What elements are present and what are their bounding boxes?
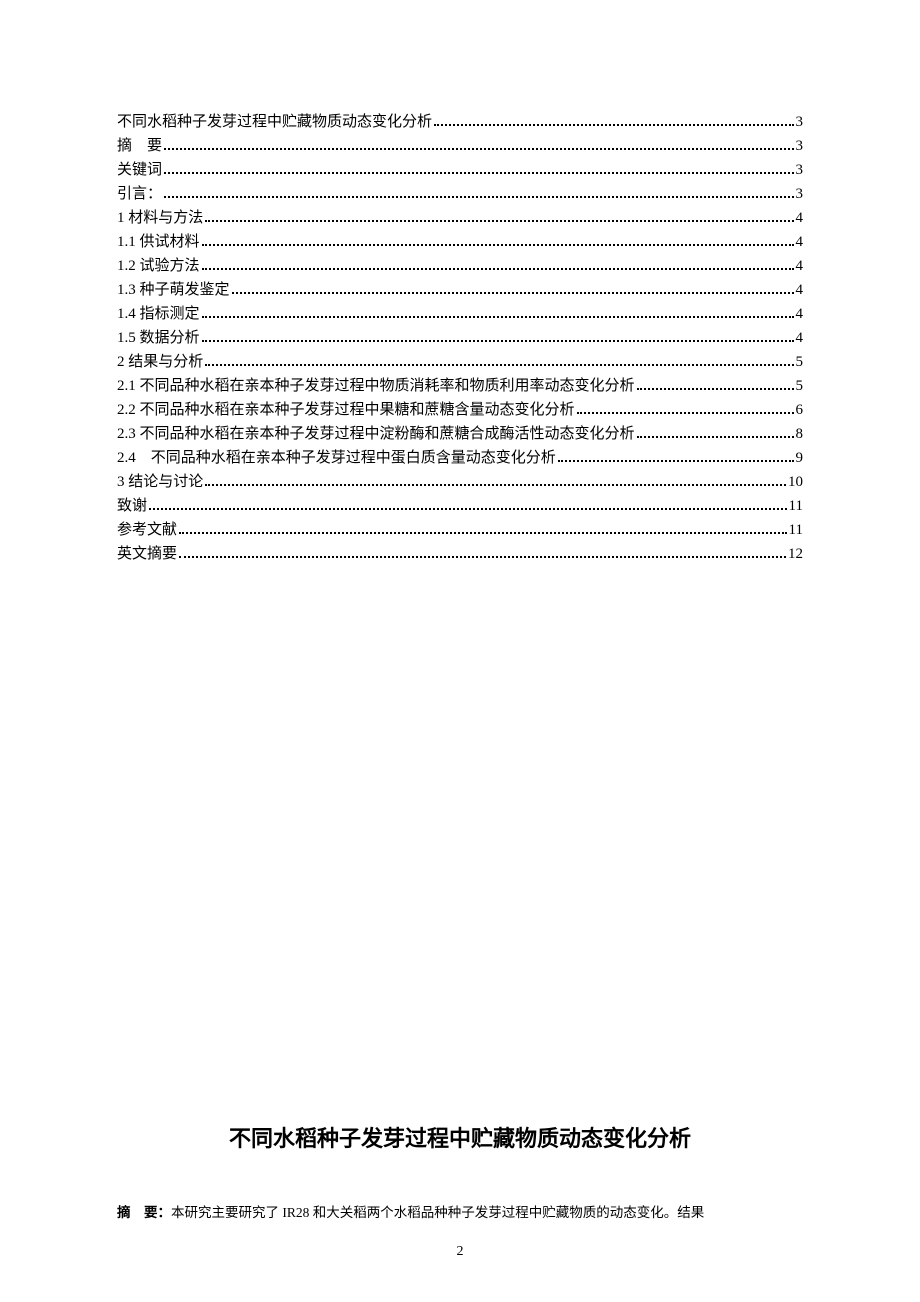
toc-label: 2.2 不同品种水稻在亲本种子发芽过程中果糖和蔗糖含量动态变化分析: [117, 398, 575, 422]
toc-entry[interactable]: 关键词 3: [117, 158, 803, 182]
toc-entry[interactable]: 1.5 数据分析 4: [117, 326, 803, 350]
toc-page: 9: [796, 446, 804, 470]
toc-page: 12: [788, 542, 803, 566]
toc-leader-dots: [164, 140, 793, 151]
toc-leader-dots: [179, 548, 786, 559]
toc-page: 4: [796, 278, 804, 302]
toc-entry[interactable]: 2.3 不同品种水稻在亲本种子发芽过程中淀粉酶和蔗糖合成酶活性动态变化分析 8: [117, 422, 803, 446]
toc-leader-dots: [637, 380, 794, 391]
main-title: 不同水稻种子发芽过程中贮藏物质动态变化分析: [229, 1126, 691, 1151]
toc-leader-dots: [149, 500, 787, 511]
toc-label: 参考文献: [117, 518, 177, 542]
toc-label: 2 结果与分析: [117, 350, 203, 374]
page-number: 2: [0, 1244, 920, 1260]
toc-page: 4: [796, 326, 804, 350]
toc-entry[interactable]: 引言： 3: [117, 182, 803, 206]
toc-label: 致谢: [117, 494, 147, 518]
toc-leader-dots: [179, 524, 787, 535]
toc-label: 英文摘要: [117, 542, 177, 566]
toc-leader-dots: [202, 260, 794, 271]
abstract-label: 摘 要：: [117, 1205, 171, 1220]
toc-label: 1.5 数据分析: [117, 326, 200, 350]
toc-page: 3: [796, 110, 804, 134]
toc-entry[interactable]: 英文摘要 12: [117, 542, 803, 566]
toc-leader-dots: [558, 452, 794, 463]
toc-page: 10: [788, 470, 803, 494]
toc-label: 关键词: [117, 158, 162, 182]
toc-label: 引言：: [117, 182, 162, 206]
toc-entry[interactable]: 1.1 供试材料 4: [117, 230, 803, 254]
toc-entry[interactable]: 参考文献 11: [117, 518, 803, 542]
toc-leader-dots: [434, 116, 793, 127]
toc-leader-dots: [205, 476, 786, 487]
toc-leader-dots: [202, 308, 794, 319]
toc-leader-dots: [202, 236, 794, 247]
toc-label: 1.2 试验方法: [117, 254, 200, 278]
toc-leader-dots: [577, 404, 794, 415]
toc-page: 4: [796, 302, 804, 326]
toc-page: 3: [796, 182, 804, 206]
toc-leader-dots: [637, 428, 794, 439]
abstract-line: 摘 要：本研究主要研究了 IR28 和大关稻两个水稻品种种子发芽过程中贮藏物质的…: [117, 1201, 803, 1225]
toc-entry[interactable]: 不同水稻种子发芽过程中贮藏物质动态变化分析 3: [117, 110, 803, 134]
toc-leader-dots: [232, 284, 794, 295]
toc-page: 6: [796, 398, 804, 422]
toc-entry[interactable]: 摘 要 3: [117, 134, 803, 158]
toc-page: 11: [789, 494, 803, 518]
toc-label: 1 材料与方法: [117, 206, 203, 230]
toc-leader-dots: [205, 356, 793, 367]
toc-label: 1.4 指标测定: [117, 302, 200, 326]
toc-entry[interactable]: 2.1 不同品种水稻在亲本种子发芽过程中物质消耗率和物质利用率动态变化分析 5: [117, 374, 803, 398]
toc-label: 3 结论与讨论: [117, 470, 203, 494]
toc-entry[interactable]: 2.2 不同品种水稻在亲本种子发芽过程中果糖和蔗糖含量动态变化分析 6: [117, 398, 803, 422]
toc-page: 4: [796, 230, 804, 254]
toc-label: 1.1 供试材料: [117, 230, 200, 254]
toc-entry[interactable]: 1 材料与方法 4: [117, 206, 803, 230]
toc-page: 11: [789, 518, 803, 542]
toc-leader-dots: [202, 332, 794, 343]
toc-leader-dots: [164, 188, 793, 199]
toc-label: 2.3 不同品种水稻在亲本种子发芽过程中淀粉酶和蔗糖合成酶活性动态变化分析: [117, 422, 635, 446]
abstract-text: 本研究主要研究了 IR28 和大关稻两个水稻品种种子发芽过程中贮藏物质的动态变化…: [171, 1205, 704, 1220]
toc-entry[interactable]: 1.3 种子萌发鉴定 4: [117, 278, 803, 302]
toc-leader-dots: [205, 212, 793, 223]
toc-entry[interactable]: 2 结果与分析 5: [117, 350, 803, 374]
toc-page: 4: [796, 206, 804, 230]
toc-page: 5: [796, 350, 804, 374]
toc-page: 5: [796, 374, 804, 398]
toc-page: 3: [796, 158, 804, 182]
toc-label: 不同水稻种子发芽过程中贮藏物质动态变化分析: [117, 110, 432, 134]
table-of-contents: 不同水稻种子发芽过程中贮藏物质动态变化分析3摘 要3关键词3引言：31 材料与方…: [117, 110, 803, 566]
toc-label: 1.3 种子萌发鉴定: [117, 278, 230, 302]
toc-leader-dots: [164, 164, 793, 175]
toc-entry[interactable]: 3 结论与讨论 10: [117, 470, 803, 494]
toc-entry[interactable]: 1.2 试验方法 4: [117, 254, 803, 278]
toc-page: 3: [796, 134, 804, 158]
toc-entry[interactable]: 2.4 不同品种水稻在亲本种子发芽过程中蛋白质含量动态变化分析 9: [117, 446, 803, 470]
toc-entry[interactable]: 1.4 指标测定 4: [117, 302, 803, 326]
toc-page: 8: [796, 422, 804, 446]
toc-page: 4: [796, 254, 804, 278]
toc-label: 2.4 不同品种水稻在亲本种子发芽过程中蛋白质含量动态变化分析: [117, 446, 556, 470]
title-section: 不同水稻种子发芽过程中贮藏物质动态变化分析: [117, 1121, 803, 1153]
toc-entry[interactable]: 致谢 11: [117, 494, 803, 518]
toc-label: 摘 要: [117, 134, 162, 158]
toc-label: 2.1 不同品种水稻在亲本种子发芽过程中物质消耗率和物质利用率动态变化分析: [117, 374, 635, 398]
